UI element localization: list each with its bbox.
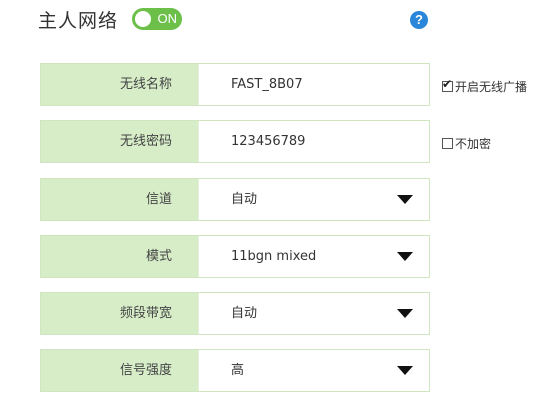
dropdown-arrow-icon[interactable]	[397, 366, 413, 375]
toggle-label: ON	[157, 11, 178, 26]
strength-row: 信号强度 高	[40, 349, 430, 392]
toggle-knob	[135, 11, 152, 27]
password-input[interactable]	[231, 121, 411, 162]
ssid-value-cell	[198, 64, 429, 105]
broadcast-checkbox[interactable]: ✔	[442, 77, 453, 92]
mode-row: 模式 11bgn mixed	[40, 235, 430, 278]
channel-value: 自动	[231, 192, 258, 207]
bandwidth-select[interactable]: 自动	[198, 293, 429, 334]
password-label: 无线密码	[41, 121, 198, 162]
ssid-row: 无线名称	[40, 63, 430, 106]
mode-label: 模式	[41, 236, 198, 277]
mode-value: 11bgn mixed	[231, 249, 317, 264]
no-encrypt-label: 不加密	[455, 137, 492, 151]
network-header: 主人网络 ON	[38, 5, 183, 33]
broadcast-option[interactable]: ✔ 开启无线广播	[442, 78, 527, 95]
check-mark-icon: ✔	[442, 77, 453, 91]
strength-select[interactable]: 高	[198, 350, 429, 391]
strength-label: 信号强度	[41, 350, 198, 391]
network-toggle[interactable]: ON	[132, 8, 183, 30]
password-value-cell	[198, 121, 429, 162]
no-encrypt-option[interactable]: 不加密	[442, 135, 491, 152]
channel-label: 信道	[41, 179, 198, 220]
ssid-label: 无线名称	[41, 64, 198, 105]
strength-value: 高	[231, 363, 245, 378]
channel-row: 信道 自动	[40, 178, 430, 221]
broadcast-label: 开启无线广播	[455, 80, 528, 94]
bandwidth-value: 自动	[231, 306, 258, 321]
password-row: 无线密码	[40, 120, 430, 163]
help-icon[interactable]: ?	[410, 11, 428, 29]
no-encrypt-checkbox[interactable]	[442, 138, 453, 149]
bandwidth-row: 频段带宽 自动	[40, 292, 430, 335]
dropdown-arrow-icon[interactable]	[397, 309, 413, 318]
bandwidth-label: 频段带宽	[41, 293, 198, 334]
page-title: 主人网络	[38, 9, 119, 32]
dropdown-arrow-icon[interactable]	[397, 252, 413, 261]
ssid-input[interactable]	[231, 64, 411, 105]
mode-select[interactable]: 11bgn mixed	[198, 236, 429, 277]
dropdown-arrow-icon[interactable]	[397, 195, 413, 204]
channel-select[interactable]: 自动	[198, 179, 429, 220]
